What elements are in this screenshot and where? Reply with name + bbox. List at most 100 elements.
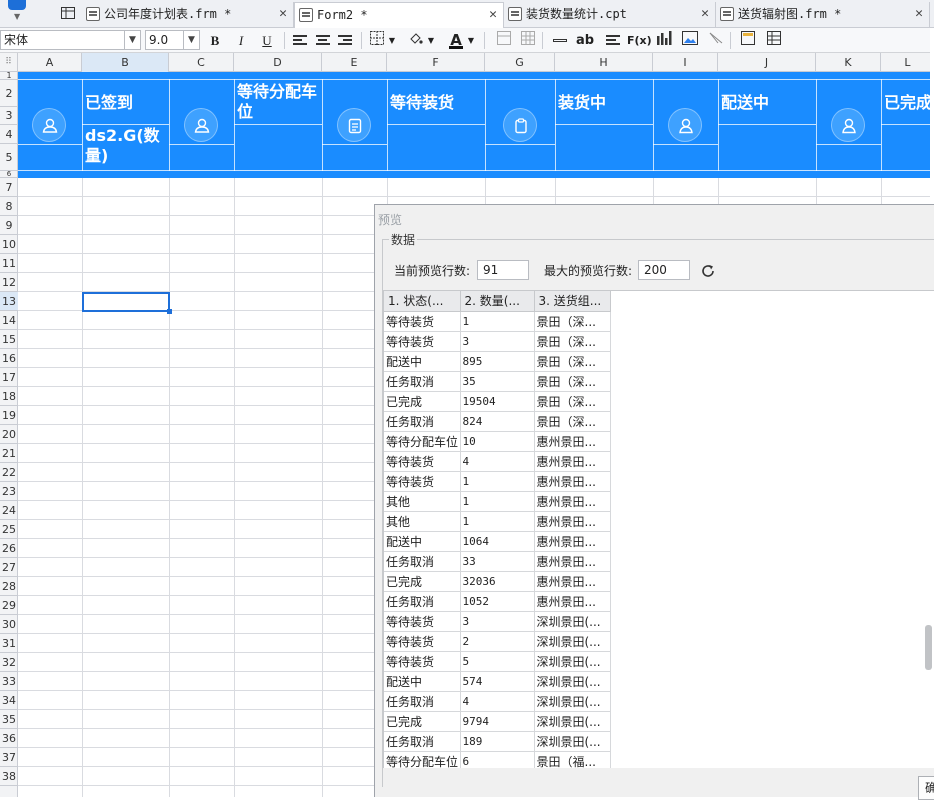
row-header-cell[interactable]: 2 [0,80,18,107]
row-header-cell[interactable]: 14 [0,311,18,330]
row-header-cell[interactable]: 10 [0,235,18,254]
ok-button[interactable]: 确 [918,776,934,800]
row-header-cell[interactable]: 6 [0,171,18,178]
align-left-icon[interactable] [293,35,307,46]
column-j-header[interactable]: J [718,53,816,72]
row-header-cell[interactable]: 29 [0,596,18,615]
row-header-cell[interactable]: 36 [0,729,18,748]
refresh-icon[interactable] [700,263,716,279]
split-cells-icon[interactable] [518,31,538,50]
align-right-icon[interactable] [338,35,352,46]
table-row[interactable]: 任务取消 33 惠州景田... [384,551,934,572]
close-icon[interactable]: ✕ [489,3,497,27]
close-icon[interactable]: ✕ [915,2,923,26]
selected-cell-b13[interactable] [82,292,172,314]
app-menu-icon[interactable]: ▼ [4,0,30,26]
table-row[interactable]: 已完成 32036 惠州景田... [384,571,934,592]
current-rows-input[interactable]: 91 [477,260,529,280]
tab-delivery-map[interactable]: 送货辐射图.frm * ✕ [716,2,930,28]
sheet-layout-icon[interactable] [764,31,784,50]
table-row[interactable]: 其他 1 惠州景田... [384,511,934,532]
column-a-header[interactable]: A [18,53,82,72]
merge-cells-icon[interactable] [494,31,514,50]
row-header-cell[interactable]: 7 [0,178,18,197]
row-header-cell[interactable]: 27 [0,558,18,577]
row-header-cell[interactable]: 38 [0,767,18,786]
column-l-header[interactable]: L [881,53,934,72]
row-header-cell[interactable]: 22 [0,463,18,482]
row-header-cell[interactable]: 1 [0,72,18,80]
select-all-corner[interactable]: ⠿ [0,53,18,72]
row-header-cell[interactable]: 4 [0,125,18,144]
row-header-cell[interactable]: 5 [0,144,18,171]
grid-column-delivery-group[interactable]: 3. 送货组... [534,291,611,312]
table-row[interactable]: 等待装货 1 惠州景田... [384,471,934,492]
close-icon[interactable]: ✕ [279,2,287,26]
row-header-cell[interactable]: 23 [0,482,18,501]
rich-text-icon[interactable] [606,35,620,46]
table-row[interactable]: 配送中 895 景田（深... [384,351,934,372]
text-element-button[interactable]: ab [575,31,595,50]
table-row[interactable]: 等待装货 3 景田（深... [384,331,934,352]
grid-column-status[interactable]: 1. 状态(... [384,291,461,312]
slash-icon[interactable] [706,31,726,50]
column-k-header[interactable]: K [816,53,881,72]
row-header-cell[interactable]: 37 [0,748,18,767]
tab-company-plan[interactable]: 公司年度计划表.frm * ✕ [82,2,294,28]
row-header-cell[interactable]: 18 [0,387,18,406]
border-icon[interactable] [367,31,387,50]
column-d-header[interactable]: D [234,53,322,72]
fill-color-icon[interactable] [406,31,426,50]
count-formula-cell[interactable]: ds2.G(数量) [85,126,169,170]
align-center-icon[interactable] [316,35,330,46]
row-header-cell[interactable]: 26 [0,539,18,558]
formula-button[interactable]: F(x) [627,31,652,50]
close-icon[interactable]: ✕ [701,2,709,26]
row-header-cell[interactable]: 20 [0,425,18,444]
row-header-cell[interactable]: 3 [0,107,18,125]
row-header-cell[interactable]: 9 [0,216,18,235]
table-row[interactable]: 任务取消 35 景田（深... [384,371,934,392]
row-header-cell[interactable]: 13 [0,292,18,311]
chart-icon[interactable] [654,31,674,50]
column-h-header[interactable]: H [555,53,653,72]
row-header-cell[interactable]: 30 [0,615,18,634]
row-header-cell[interactable]: 28 [0,577,18,596]
font-color-icon[interactable]: A [446,31,466,50]
grid-column-quantity[interactable]: 2. 数量(... [460,291,535,312]
column-i-header[interactable]: I [653,53,718,72]
column-c-header[interactable]: C [169,53,234,72]
form-layout-icon[interactable] [738,31,758,50]
row-header-cell[interactable]: 32 [0,653,18,672]
column-g-header[interactable]: G [485,53,555,72]
row-header-cell[interactable]: 31 [0,634,18,653]
table-row[interactable]: 其他 1 惠州景田... [384,491,934,512]
table-row[interactable]: 已完成 19504 景田（深... [384,391,934,412]
tab-loading-stats[interactable]: 装货数量统计.cpt ✕ [504,2,716,28]
row-header-cell[interactable]: 17 [0,368,18,387]
table-row[interactable]: 等待装货 3 深圳景田(... [384,611,934,632]
new-form-icon[interactable] [60,5,76,21]
image-icon[interactable] [680,31,700,50]
tab-form2[interactable]: Form2 * ✕ [294,2,504,28]
table-row[interactable]: 任务取消 4 深圳景田(... [384,691,934,712]
italic-button[interactable]: I [231,31,251,50]
row-header-cell[interactable]: 12 [0,273,18,292]
row-header-cell[interactable]: 16 [0,349,18,368]
row-header-cell[interactable]: 35 [0,710,18,729]
column-f-header[interactable]: F [387,53,485,72]
chevron-down-icon[interactable]: ▼ [425,31,437,50]
bold-button[interactable]: B [205,31,225,50]
row-header-cell[interactable]: 24 [0,501,18,520]
preview-data-grid[interactable]: 1. 状态(... 2. 数量(... 3. 送货组... 等待装货 1 景田（深.… [383,290,934,768]
chevron-down-icon[interactable]: ▼ [465,31,477,50]
row-header-cell[interactable]: 25 [0,520,18,539]
row-header-cell[interactable]: 34 [0,691,18,710]
table-row[interactable]: 等待装货 1 景田（深... [384,311,934,332]
chevron-down-icon[interactable]: ▼ [386,31,398,50]
table-row[interactable]: 任务取消 189 深圳景田(... [384,731,934,752]
table-row[interactable]: 等待分配车位 6 景田（福... [384,751,934,768]
row-header-cell[interactable]: 19 [0,406,18,425]
table-row[interactable]: 配送中 1064 惠州景田... [384,531,934,552]
column-b-header[interactable]: B [82,53,169,72]
